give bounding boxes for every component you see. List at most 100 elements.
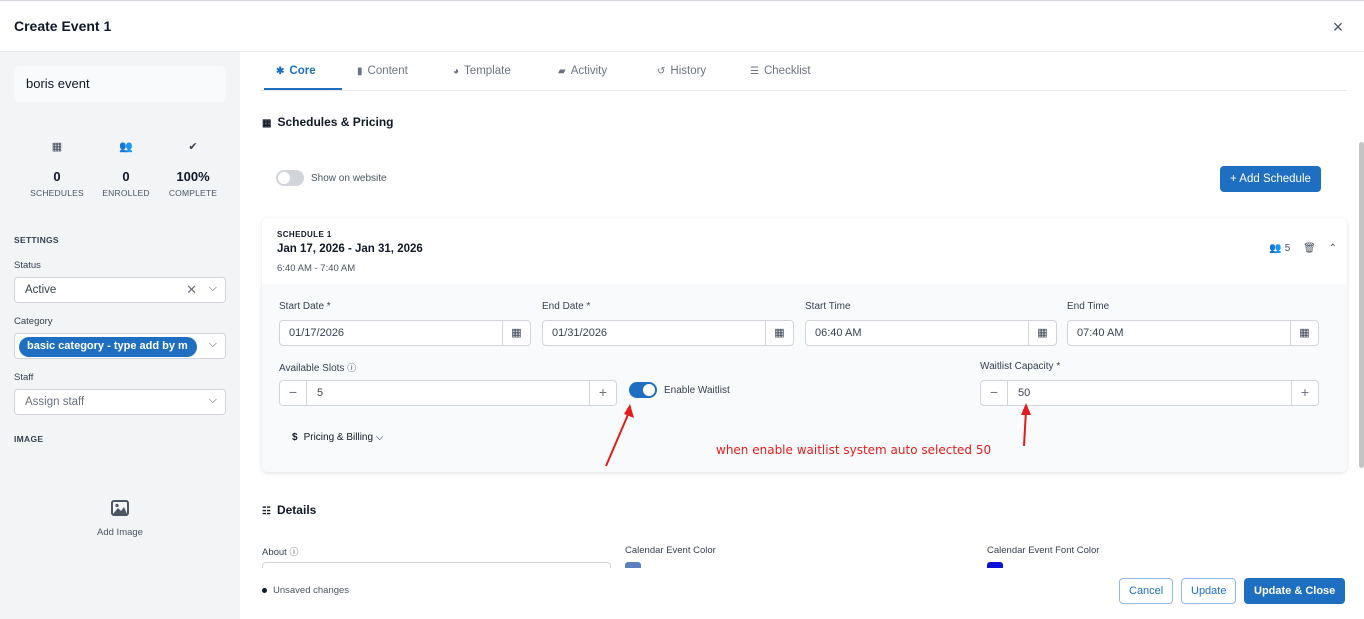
users-icon: 👥 bbox=[1269, 243, 1282, 254]
clear-icon[interactable]: ✕ bbox=[186, 282, 197, 298]
stat-value: 0 bbox=[122, 169, 130, 184]
scrollbar[interactable] bbox=[1359, 142, 1364, 468]
enable-waitlist-toggle[interactable] bbox=[629, 382, 657, 398]
schedule-tag: SCHEDULE 1 bbox=[277, 230, 332, 239]
category-label: Category bbox=[14, 316, 53, 327]
enrolled-count: 5 bbox=[1284, 243, 1291, 254]
show-on-website-label: Show on website bbox=[311, 173, 387, 184]
end-date-label: End Date * bbox=[542, 301, 591, 312]
schedule-card: SCHEDULE 1 Jan 17, 2026 - Jan 31, 2026 6… bbox=[262, 218, 1347, 472]
decrement-button[interactable]: − bbox=[280, 381, 307, 405]
modal-footer: Unsaved changes Cancel Update Update & C… bbox=[240, 568, 1364, 619]
tab-history[interactable]: ↺ History bbox=[657, 65, 706, 77]
about-label: About ⓘ bbox=[262, 547, 299, 558]
schedule-dates: Jan 17, 2026 - Jan 31, 2026 bbox=[277, 243, 423, 255]
pricing-billing-toggle[interactable]: $ Pricing & Billing ⌵ bbox=[292, 432, 383, 443]
increment-button[interactable]: + bbox=[1291, 381, 1318, 405]
image-icon bbox=[90, 500, 150, 521]
stat-enrolled: 👥 0 ENROLLED bbox=[96, 140, 156, 198]
calendar-icon[interactable]: ▦ bbox=[765, 321, 793, 345]
add-image-button[interactable]: Add Image bbox=[90, 500, 150, 538]
schedule-time: 6:40 AM - 7:40 AM bbox=[277, 263, 356, 274]
schedules-section-title: ▦ Schedules & Pricing bbox=[262, 115, 394, 129]
trash-icon[interactable]: 🗑 bbox=[1303, 243, 1316, 254]
status-select[interactable]: Active ✕ ⌵ bbox=[14, 277, 226, 303]
schedule-actions: 👥 5 🗑 ⌃ bbox=[1259, 243, 1337, 254]
annotation-arrow-left bbox=[605, 404, 634, 467]
calendar-icon[interactable]: ▦ bbox=[1290, 321, 1318, 345]
close-icon[interactable]: × bbox=[1328, 17, 1348, 37]
palette-icon: ◕ bbox=[453, 66, 460, 77]
add-image-label: Add Image bbox=[97, 527, 143, 538]
end-time-input[interactable]: 07:40 AM ▦ bbox=[1067, 320, 1319, 346]
category-select[interactable]: basic category - type add by m ⌵ bbox=[14, 333, 226, 359]
annotation-arrow-right bbox=[1021, 403, 1031, 447]
plus-icon: + bbox=[1230, 173, 1240, 185]
chevron-down-icon: ⌵ bbox=[208, 338, 217, 350]
decrement-button[interactable]: − bbox=[981, 381, 1008, 405]
chevron-down-icon: ⌵ bbox=[375, 432, 384, 443]
stat-value: 0 bbox=[53, 169, 61, 184]
staff-label: Staff bbox=[14, 372, 34, 383]
status-value: Active bbox=[25, 284, 57, 296]
stat-value: 100% bbox=[176, 169, 210, 184]
modal-title: Create Event 1 bbox=[14, 18, 112, 34]
tab-bar: ✱ Core ▮ Content ◕ Template ▰ Activity ↺ Hist… bbox=[260, 52, 1347, 91]
calendar-icon: ▦ bbox=[262, 118, 272, 129]
annotation-text: when enable waitlist system auto selecte… bbox=[716, 443, 992, 457]
tab-checklist[interactable]: ☰ Checklist bbox=[750, 65, 811, 77]
start-time-input[interactable]: 06:40 AM ▦ bbox=[805, 320, 1057, 346]
enable-waitlist-label: Enable Waitlist bbox=[664, 385, 730, 396]
event-name: boris event bbox=[14, 66, 226, 102]
comments-icon: ▰ bbox=[558, 66, 566, 77]
staff-placeholder: Assign staff bbox=[25, 396, 85, 408]
end-time-label: End Time bbox=[1067, 301, 1110, 312]
start-date-label: Start Date * bbox=[279, 301, 331, 312]
calendar-event-color-label: Calendar Event Color bbox=[625, 545, 716, 556]
info-icon: ⓘ bbox=[289, 547, 299, 557]
check-circle-icon: ✔ bbox=[188, 141, 198, 153]
unsaved-indicator: Unsaved changes bbox=[262, 585, 349, 596]
tab-core[interactable]: ✱ Core bbox=[276, 65, 316, 77]
tab-content[interactable]: ▮ Content bbox=[357, 65, 408, 77]
active-tab-indicator bbox=[264, 88, 342, 90]
update-close-button[interactable]: Update & Close bbox=[1244, 578, 1346, 604]
show-on-website-toggle[interactable] bbox=[276, 170, 304, 186]
start-time-label: Start Time bbox=[805, 301, 851, 312]
available-slots-value[interactable]: 5 bbox=[317, 387, 323, 399]
file-icon: ▮ bbox=[357, 66, 363, 77]
start-date-input[interactable]: 01/17/2026 ▦ bbox=[279, 320, 531, 346]
modal-header: Create Event 1 × bbox=[0, 0, 1364, 52]
calendar-icon: ▦ bbox=[51, 141, 63, 153]
stat-label: ENROLLED bbox=[102, 188, 150, 198]
tab-activity[interactable]: ▰ Activity bbox=[558, 65, 607, 77]
chevron-down-icon: ⌵ bbox=[208, 282, 217, 294]
dot-icon bbox=[262, 587, 267, 593]
info-icon: ⓘ bbox=[347, 363, 357, 373]
stat-schedules: ▦ 0 SCHEDULES bbox=[27, 140, 87, 198]
add-schedule-button[interactable]: + Add Schedule bbox=[1220, 166, 1321, 192]
checklist-icon: ☰ bbox=[750, 66, 759, 77]
dollar-icon: $ bbox=[292, 432, 298, 443]
update-button[interactable]: Update bbox=[1181, 578, 1237, 604]
available-slots-stepper[interactable]: − 5 + bbox=[279, 380, 617, 406]
status-label: Status bbox=[14, 260, 41, 271]
waitlist-capacity-value[interactable]: 50 bbox=[1018, 387, 1030, 399]
staff-select[interactable]: Assign staff ⌵ bbox=[14, 389, 226, 415]
settings-heading: SETTINGS bbox=[14, 235, 59, 245]
cancel-button[interactable]: Cancel bbox=[1119, 578, 1174, 604]
gear-icon: ✱ bbox=[276, 66, 285, 77]
main-panel: ✱ Core ▮ Content ◕ Template ▰ Activity ↺ Hist… bbox=[240, 52, 1364, 619]
waitlist-capacity-label: Waitlist Capacity * bbox=[980, 361, 1061, 372]
history-icon: ↺ bbox=[657, 66, 666, 77]
calendar-icon[interactable]: ▦ bbox=[502, 321, 530, 345]
end-date-input[interactable]: 01/31/2026 ▦ bbox=[542, 320, 794, 346]
chevron-down-icon: ⌵ bbox=[208, 394, 217, 406]
calendar-icon[interactable]: ▦ bbox=[1028, 321, 1056, 345]
chevron-up-icon[interactable]: ⌃ bbox=[1329, 243, 1337, 254]
stats-row: ▦ 0 SCHEDULES 👥 0 ENROLLED ✔ 100% COMPLE… bbox=[30, 140, 220, 200]
users-icon: 👥 bbox=[119, 141, 133, 153]
category-chip[interactable]: basic category - type add by m bbox=[19, 337, 197, 357]
calendar-font-color-label: Calendar Event Font Color bbox=[987, 545, 1100, 556]
tab-template[interactable]: ◕ Template bbox=[453, 65, 511, 77]
